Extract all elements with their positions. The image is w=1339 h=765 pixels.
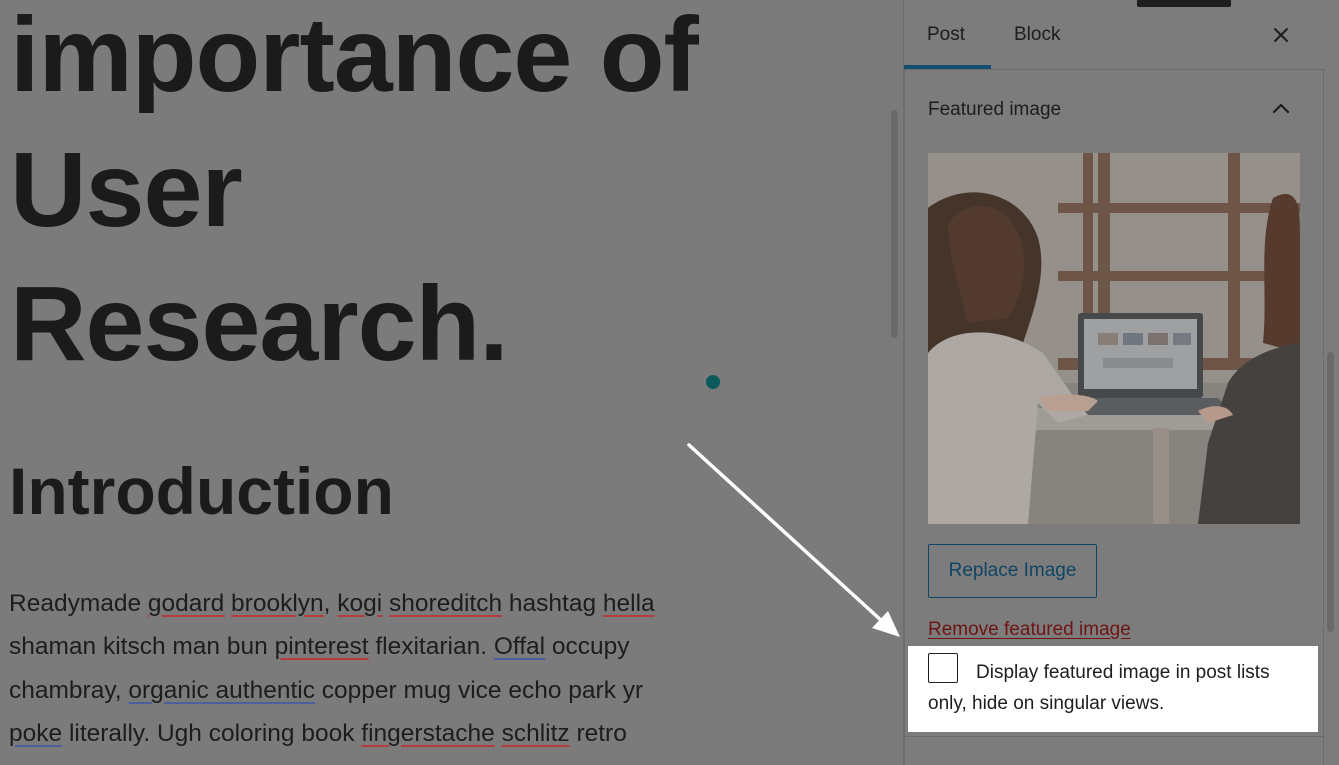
paragraph-line: shaman kitsch man bun pinterest flexitar… [9,633,630,660]
paragraph-text: occupy [545,633,630,660]
misspelled-word[interactable]: schlitz [502,720,570,747]
checkbox-label[interactable]: Display featured image in post lists onl… [928,657,1308,719]
misspelled-word[interactable]: godard [148,590,224,617]
featured-image-photo [928,153,1300,524]
panel-border [904,70,905,765]
paragraph-text: Readymade [9,590,148,617]
toolbar-strip [1137,0,1231,7]
panel-border [1323,70,1324,765]
paragraph-text: copper mug vice echo park yr [314,677,644,704]
remove-featured-image-link[interactable]: Remove featured image [928,619,1131,641]
paragraph-text: chambray, [9,677,129,704]
misspelled-word[interactable]: brooklyn [231,590,324,617]
paragraph-text: hashtag [502,590,603,617]
paragraph-text: retro [569,720,627,747]
close-sidebar-button[interactable] [1268,22,1294,48]
editor-canvas: importance of User Research. Introductio… [0,0,888,765]
featured-image-panel-title[interactable]: Featured image [928,99,1061,121]
panel-bottom-border [904,736,1324,737]
paragraph-text [382,590,389,617]
tab-post[interactable]: Post [927,24,965,46]
paragraph-line: poke literally. Ugh coloring book finger… [9,720,627,747]
sidebar-scrollbar[interactable] [1327,352,1334,632]
cursor-dot-indicator [706,375,720,389]
replace-image-button[interactable]: Replace Image [928,544,1097,598]
misspelled-word[interactable]: kogi [337,590,382,617]
close-icon [1274,28,1288,42]
paragraph-text: shaman kitsch man bun [9,633,275,660]
paragraph-line: chambray, organic authentic copper mug v… [9,677,644,704]
misspelled-word[interactable]: shoreditch [389,590,502,617]
panel-toggle-button[interactable] [1270,98,1292,118]
featured-image[interactable] [928,153,1300,524]
grammar-flagged-text[interactable]: Offal [494,633,545,660]
post-title-line-1[interactable]: importance of [10,2,699,108]
tabs-divider [904,69,1324,70]
grammar-flagged-text[interactable]: organic authentic [128,677,315,704]
post-title-line-2[interactable]: User [10,137,243,243]
chevron-up-icon [1272,103,1290,114]
editor-scrollbar[interactable] [891,110,898,338]
paragraph-line: Readymade godard brooklyn, kogi shoredit… [9,590,655,617]
post-title-line-3[interactable]: Research. [10,271,509,377]
misspelled-word[interactable]: fingerstache [361,720,494,747]
paragraph-text: , [323,590,338,617]
paragraph-text [495,720,502,747]
misspelled-word[interactable]: pinterest [275,633,369,660]
paragraph-text: flexitarian. [368,633,494,660]
misspelled-word[interactable]: hella [603,590,655,617]
section-heading[interactable]: Introduction [9,458,394,524]
paragraph-text: literally. Ugh coloring book [62,720,362,747]
paragraph-text [224,590,231,617]
tab-block[interactable]: Block [1014,24,1060,46]
grammar-flagged-text[interactable]: poke [9,720,62,747]
